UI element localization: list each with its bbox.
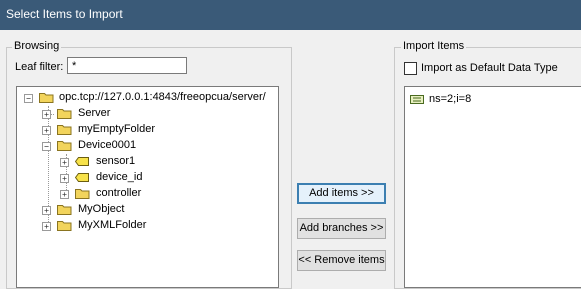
add-items-button[interactable]: Add items >> [297, 183, 386, 204]
tree-node-device[interactable]: − Device0001 [17, 138, 217, 154]
expand-icon[interactable]: + [42, 110, 51, 119]
title-bar: Select Items to Import [0, 0, 581, 30]
folder-icon [57, 125, 72, 135]
tree-node-label: myEmptyFolder [78, 123, 156, 135]
tree-node-my-xml-folder[interactable]: + MyXMLFolder [17, 218, 217, 234]
variable-tag-icon [75, 173, 89, 182]
leaf-filter-input[interactable] [67, 57, 187, 74]
tree-node-root[interactable]: − opc.tcp://127.0.0.1:4843/freeopcua/ser… [17, 90, 278, 106]
expand-icon[interactable]: + [42, 126, 51, 135]
folder-icon [57, 221, 72, 231]
leaf-filter-label: Leaf filter: [15, 61, 64, 73]
collapse-icon[interactable]: − [42, 142, 51, 151]
tree-node-sensor[interactable]: + sensor1 [17, 154, 217, 170]
variable-tag-icon [75, 157, 89, 166]
remove-items-button[interactable]: << Remove items [297, 250, 386, 271]
tree-node-label: sensor1 [96, 155, 136, 167]
window-title: Select Items to Import [6, 7, 123, 21]
browsing-group-label: Browsing [12, 40, 62, 52]
tree-node-label: Server [78, 107, 111, 119]
expand-icon[interactable]: + [60, 174, 69, 183]
list-item-label: ns=2;i=8 [429, 93, 472, 105]
expand-icon[interactable]: + [42, 206, 51, 215]
expand-icon[interactable]: + [42, 222, 51, 231]
tree-node-label: controller [96, 187, 142, 199]
collapse-icon[interactable]: − [24, 94, 33, 103]
tree-node-label: Device0001 [78, 139, 137, 151]
folder-icon [57, 205, 72, 215]
tree-node-my-object[interactable]: + MyObject [17, 202, 217, 218]
tree-node-controller[interactable]: + controller [17, 186, 217, 202]
browse-tree[interactable]: − opc.tcp://127.0.0.1:4843/freeopcua/ser… [16, 86, 279, 288]
tree-node-label: MyObject [78, 203, 125, 215]
import-default-type-checkbox[interactable] [404, 62, 417, 75]
tree-node-device-id[interactable]: + device_id [17, 170, 217, 186]
expand-icon[interactable]: + [60, 158, 69, 167]
tree-node-label: opc.tcp://127.0.0.1:4843/freeopcua/serve… [59, 91, 266, 103]
import-default-type-label: Import as Default Data Type [421, 62, 558, 74]
tree-node-my-empty-folder[interactable]: + myEmptyFolder [17, 122, 217, 138]
import-items-group-label: Import Items [401, 40, 467, 52]
folder-open-icon [57, 141, 72, 151]
folder-open-icon [39, 93, 54, 103]
import-items-list[interactable]: ns=2;i=8 [404, 86, 581, 288]
folder-icon [57, 109, 72, 119]
tree-node-label: MyXMLFolder [78, 219, 147, 231]
list-item[interactable]: ns=2;i=8 [405, 92, 525, 108]
add-branches-button[interactable]: Add branches >> [297, 218, 386, 239]
tree-node-server[interactable]: + Server [17, 106, 217, 122]
folder-icon [75, 189, 90, 199]
tree-node-label: device_id [96, 171, 143, 183]
expand-icon[interactable]: + [60, 190, 69, 199]
item-tag-icon [410, 95, 424, 104]
